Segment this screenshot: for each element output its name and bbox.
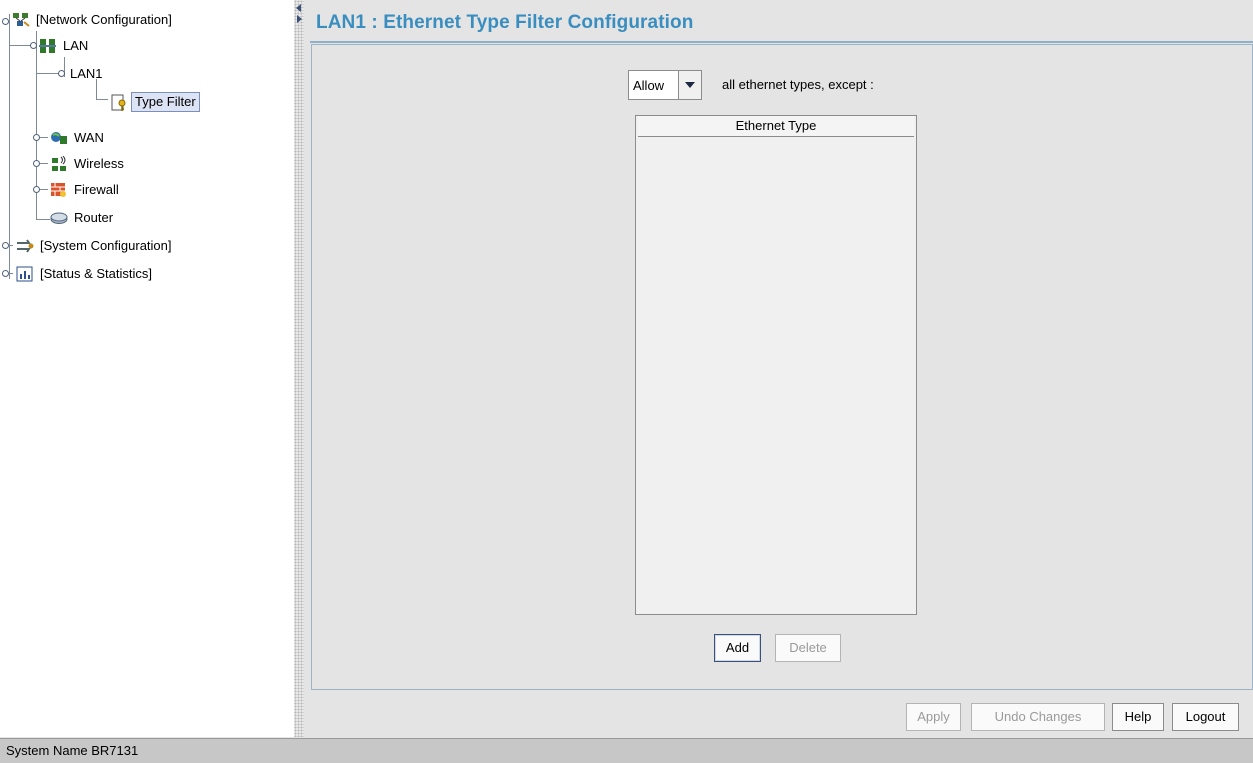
filter-mode-description: all ethernet types, except : <box>722 77 874 92</box>
logout-button[interactable]: Logout <box>1172 703 1239 731</box>
tree-item-label: LAN1 <box>70 66 103 81</box>
tree-item-label: Type Filter <box>131 92 200 112</box>
ethernet-type-table[interactable]: Ethernet Type <box>635 115 917 615</box>
tree-item-system-configuration[interactable]: [System Configuration] <box>16 235 175 257</box>
tree-item-label: Wireless <box>74 156 124 171</box>
chevron-down-icon <box>685 82 695 88</box>
network-configuration-icon <box>12 12 30 28</box>
filter-mode-select[interactable]: Allow <box>628 70 702 100</box>
firewall-icon <box>50 182 68 198</box>
tree-item-label: LAN <box>63 38 89 53</box>
wan-globe-icon <box>50 130 68 146</box>
system-name-text: System Name BR7131 <box>6 743 139 758</box>
expand-handle[interactable] <box>2 270 9 277</box>
tree-item-label: Firewall <box>74 182 119 197</box>
page-title: LAN1 : Ethernet Type Filter Configuratio… <box>316 12 694 33</box>
tree-item-type-filter[interactable]: Type Filter <box>110 91 200 113</box>
expand-handle[interactable] <box>33 160 40 167</box>
filter-mode-value: Allow <box>633 77 665 93</box>
delete-button[interactable]: Delete <box>775 634 841 662</box>
help-button[interactable]: Help <box>1112 703 1164 731</box>
tree-item-status-statistics[interactable]: [Status & Statistics] <box>16 263 155 285</box>
tree-item-label: [System Configuration] <box>40 238 172 253</box>
apply-button[interactable]: Apply <box>906 703 961 731</box>
tree-item-firewall[interactable]: Firewall <box>50 179 122 201</box>
tree-item-lan[interactable]: LAN <box>39 35 91 57</box>
expand-handle[interactable] <box>2 242 9 249</box>
tree-item-lan1[interactable]: LAN1 <box>67 63 106 85</box>
expand-right-icon[interactable] <box>297 15 302 23</box>
tree-item-label: Router <box>74 210 114 225</box>
bar-chart-icon <box>16 266 34 282</box>
filter-key-icon <box>110 94 128 111</box>
undo-changes-button[interactable]: Undo Changes <box>971 703 1105 731</box>
tree-item-router[interactable]: Router <box>50 207 116 229</box>
expand-handle[interactable] <box>30 42 37 49</box>
tree-item-wan[interactable]: WAN <box>50 127 107 149</box>
expand-handle[interactable] <box>33 134 40 141</box>
system-configuration-icon <box>16 238 34 254</box>
collapse-left-icon[interactable] <box>296 4 301 12</box>
title-divider <box>310 41 1253 43</box>
column-header-ethernet-type[interactable]: Ethernet Type <box>638 116 914 137</box>
dropdown-button[interactable] <box>678 71 701 99</box>
tree-item-wireless[interactable]: Wireless <box>50 153 127 175</box>
tree-item-label: WAN <box>74 130 104 145</box>
tree-item-label: [Network Configuration] <box>36 12 172 27</box>
tree-item-label: [Status & Statistics] <box>40 266 152 281</box>
tree-item-network-configuration[interactable]: [Network Configuration] <box>12 9 175 31</box>
panel-splitter[interactable] <box>294 0 304 737</box>
expand-handle[interactable] <box>33 186 40 193</box>
add-button[interactable]: Add <box>714 634 761 662</box>
lan-icon <box>39 38 57 54</box>
router-icon <box>50 210 68 226</box>
wireless-icon <box>50 155 68 172</box>
status-bar: System Name BR7131 <box>0 738 1253 763</box>
expand-handle[interactable] <box>58 70 65 77</box>
navigation-tree: [Network Configuration] LAN LAN1 Type Fi… <box>0 0 295 737</box>
expand-handle[interactable] <box>2 18 9 25</box>
